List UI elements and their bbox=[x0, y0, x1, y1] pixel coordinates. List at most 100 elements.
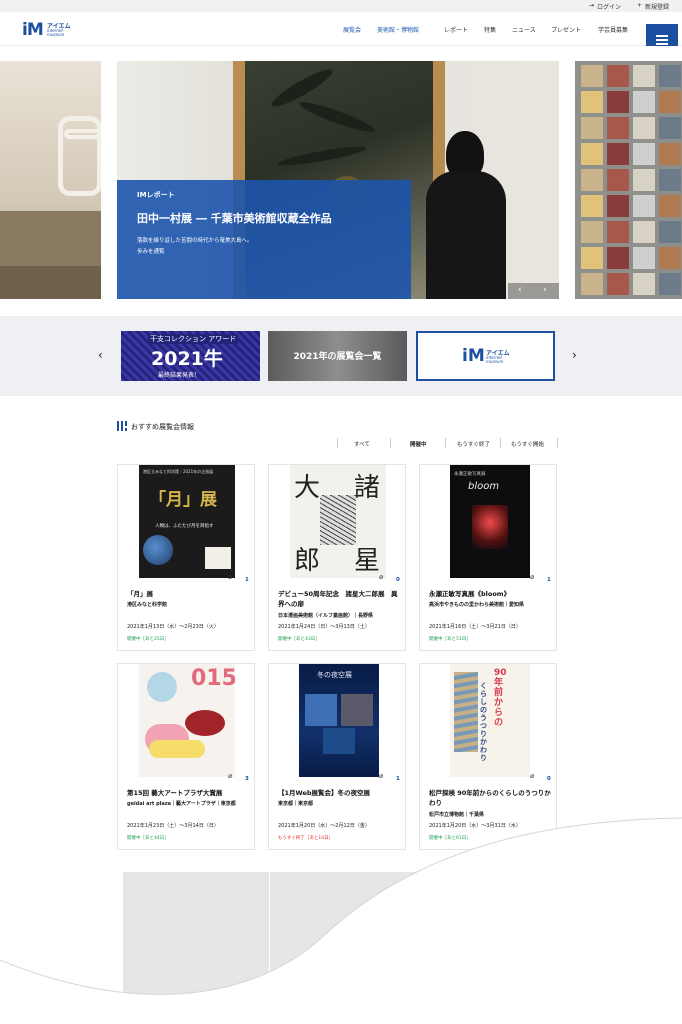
poster-shape bbox=[147, 672, 177, 702]
portrait-tile bbox=[607, 195, 629, 217]
logo-sub: internet museum bbox=[47, 28, 65, 37]
clip-icon[interactable]: ⌀ bbox=[228, 772, 232, 780]
banner-eto-title: 2021牛 bbox=[151, 348, 223, 370]
filter-divider bbox=[500, 438, 501, 448]
filter-ongoing[interactable]: 開催中 bbox=[410, 440, 427, 448]
banner-im-logo[interactable]: iM アイエム internet museum bbox=[416, 331, 555, 381]
nav-exhibitions[interactable]: 展覧会 bbox=[343, 25, 361, 34]
exhibition-card[interactable]: 大 諸 郎 星 ⌀ 0 デビュー50周年記念 諸星大二郎展 異界への扉 日本漫画… bbox=[268, 464, 406, 651]
portrait-tile bbox=[659, 273, 681, 295]
exhibition-card[interactable]: 冬の夜空展 ⌀ 1 【1月Web展覧会】冬の夜空展 東京都｜東京都 2021年1… bbox=[268, 663, 406, 850]
utility-bar: ⇥ ログイン + 新規登録 bbox=[0, 0, 682, 12]
exhibition-poster: 冬の夜空展 bbox=[299, 664, 379, 777]
portrait-tile bbox=[633, 143, 655, 165]
section-title: おすすめ展覧会情報 bbox=[131, 423, 194, 431]
site-logo[interactable]: iM アイエム internet museum bbox=[22, 18, 74, 40]
nav-news[interactable]: ニュース bbox=[512, 25, 536, 34]
poster-text: 大 bbox=[294, 473, 321, 503]
banner-next-button[interactable]: › bbox=[572, 348, 577, 362]
filter-starting-soon[interactable]: もうすぐ開始 bbox=[511, 440, 544, 448]
carousel-slide-next[interactable] bbox=[575, 61, 682, 299]
login-link[interactable]: ログイン bbox=[597, 2, 621, 11]
nav-museums[interactable]: 美術館・博物館 bbox=[377, 25, 419, 34]
filter-all[interactable]: すべて bbox=[354, 440, 370, 448]
poster-illustration bbox=[454, 672, 478, 752]
clip-icon[interactable]: ⌀ bbox=[379, 573, 383, 581]
nav-presents[interactable]: プレゼント bbox=[551, 25, 581, 34]
clip-icon[interactable]: ⌀ bbox=[530, 573, 534, 581]
clip-count: 1 bbox=[547, 577, 551, 583]
exhibition-poster: 90年前からの くらしのうつりかわり bbox=[450, 664, 530, 777]
filter-divider bbox=[337, 438, 338, 448]
card-venue: 高浜市やきものの里かわら美術館｜愛知県 bbox=[429, 602, 525, 608]
carousel-controls: ‹ › bbox=[508, 283, 559, 299]
carousel-next-button[interactable]: › bbox=[543, 285, 547, 295]
card-placeholder bbox=[417, 872, 563, 994]
portrait-tile bbox=[581, 117, 603, 139]
hamburger-line bbox=[656, 39, 668, 41]
login-icon: ⇥ bbox=[589, 2, 595, 9]
register-link[interactable]: 新規登録 bbox=[645, 2, 669, 11]
carousel-slide-prev[interactable] bbox=[0, 61, 101, 299]
exhibition-card[interactable]: 90年前からの くらしのうつりかわり ⌀ 0 松戸探検 90年前からのくらしのう… bbox=[419, 663, 557, 850]
portrait-tile bbox=[607, 117, 629, 139]
banner-logo-sub: internet museum bbox=[486, 355, 504, 364]
filter-ending-soon[interactable]: もうすぐ終了 bbox=[457, 440, 490, 448]
nav-reports[interactable]: レポート bbox=[444, 25, 468, 34]
card-status: 開催中［あと61日］ bbox=[429, 836, 471, 841]
sculpture-shape bbox=[64, 129, 101, 139]
clip-icon[interactable]: ⌀ bbox=[228, 573, 232, 581]
card-date: 2021年1月16日（土）〜3月21日（日） bbox=[429, 624, 521, 630]
poster-text: 90年前からの bbox=[494, 668, 507, 728]
nav-curator-jobs[interactable]: 学芸員募集 bbox=[598, 25, 628, 34]
portrait-tile bbox=[633, 117, 655, 139]
portrait-tile bbox=[581, 247, 603, 269]
card-status: もうすぐ終了［あと14日］ bbox=[278, 836, 334, 841]
card-date: 2021年1月20日（水）〜3月31日（水） bbox=[429, 823, 521, 829]
hero-tag: IMレポート bbox=[137, 191, 175, 199]
clip-count: 0 bbox=[547, 776, 551, 782]
banner-prev-button[interactable]: ‹ bbox=[98, 348, 103, 362]
icon-bar bbox=[125, 421, 127, 426]
hero-carousel: IMレポート 田中一村展 ― 千葉市美術館収蔵全作品 落款を繰り返した苦闘の時代… bbox=[0, 46, 682, 316]
installation-shape bbox=[0, 266, 101, 299]
portrait-tile bbox=[633, 169, 655, 191]
exhibition-poster: 015 bbox=[139, 664, 235, 777]
poster-text: 「月」展 bbox=[149, 490, 217, 510]
exhibition-card[interactable]: 015 ⌀ 3 第15回 藝大アートプラザ大賞展 geidai art plaz… bbox=[117, 663, 255, 850]
card-venue: geidai art plaza｜藝大アートプラザ｜東京都 bbox=[127, 801, 236, 807]
icon-bar bbox=[125, 428, 127, 431]
portrait-tile bbox=[633, 273, 655, 295]
exhibition-card[interactable]: 港区立みなと科学館｜2021年の企画展 「月」展 人類は、ふたたび月を目指す ⌀… bbox=[117, 464, 255, 651]
portrait-tile bbox=[581, 273, 603, 295]
sculpture-shape bbox=[58, 116, 101, 196]
clip-count: 1 bbox=[245, 577, 249, 583]
nav-features[interactable]: 特集 bbox=[484, 25, 496, 34]
banner-2021-exhibitions[interactable]: 2021年の展覧会一覧 bbox=[268, 331, 407, 381]
clip-icon[interactable]: ⌀ bbox=[530, 772, 534, 780]
poster-photo bbox=[341, 694, 373, 726]
portrait-tile bbox=[607, 143, 629, 165]
card-title: 第15回 藝大アートプラザ大賞展 bbox=[127, 789, 223, 797]
portrait-tile bbox=[581, 221, 603, 243]
card-venue: 港区みなと科学館 bbox=[127, 602, 168, 608]
portrait-tile bbox=[607, 221, 629, 243]
hero-caption[interactable]: IMレポート 田中一村展 ― 千葉市美術館収蔵全作品 落款を繰り返した苦闘の時代… bbox=[117, 180, 411, 299]
clip-icon[interactable]: ⌀ bbox=[379, 772, 383, 780]
banner-eto-award[interactable]: 干支コレクション アワード 2021牛 最終結果発表！ bbox=[121, 331, 260, 381]
earth-image bbox=[143, 535, 173, 565]
exhibition-card[interactable]: 永瀬正敏写真展 bloom ⌀ 1 永瀬正敏写真展《bloom》 高浜市やきもの… bbox=[419, 464, 557, 651]
portrait-tile bbox=[607, 247, 629, 269]
card-status: 開催中［あと44日］ bbox=[127, 836, 169, 841]
card-status: 開催中［あと43日］ bbox=[278, 637, 320, 642]
hero-title: 田中一村展 ― 千葉市美術館収蔵全作品 bbox=[137, 212, 332, 225]
card-title: 永瀬正敏写真展《bloom》 bbox=[429, 590, 511, 598]
poster-text: 諸 bbox=[354, 473, 381, 503]
poster-shape bbox=[185, 710, 225, 736]
card-venue: 日本漫画美術館（イルフ童画館）｜長野県 bbox=[278, 613, 374, 619]
portrait-tile bbox=[607, 273, 629, 295]
portrait-tile bbox=[581, 195, 603, 217]
carousel-prev-button[interactable]: ‹ bbox=[518, 285, 522, 295]
filter-divider bbox=[390, 438, 391, 448]
card-date: 2021年1月23日（土）〜3月14日（日） bbox=[127, 823, 219, 829]
